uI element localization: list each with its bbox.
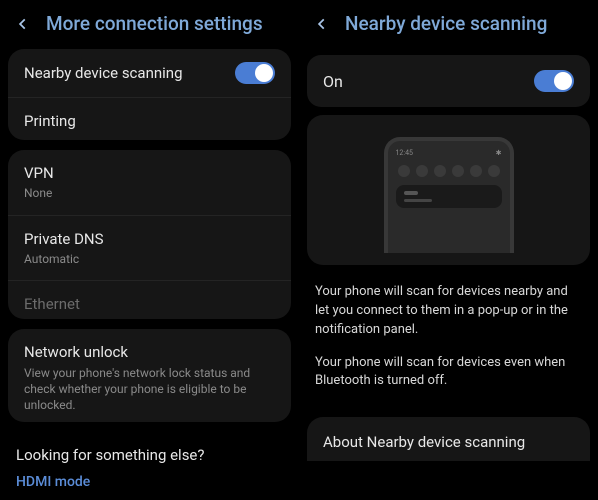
row-nearby-scanning[interactable]: Nearby device scanning [8,49,291,98]
footer: Looking for something else? HDMI mode [0,432,299,500]
toggle-nearby-scanning[interactable] [534,70,574,92]
section-device-features: Nearby device scanning Printing [8,49,291,140]
header: More connection settings [0,0,299,49]
row-sub: View your phone's network lock status an… [24,365,275,414]
status-label: On [323,72,343,91]
row-printing[interactable]: Printing [8,98,291,140]
row-label: Ethernet [24,294,275,314]
row-label: Printing [24,111,275,131]
row-label: About Nearby device scanning [323,433,574,451]
back-icon[interactable] [315,17,329,31]
row-toggle-status[interactable]: On [307,55,590,107]
back-icon[interactable] [16,17,30,31]
phone-illustration: 12:45 ✱ [384,137,514,253]
toggle-nearby-scanning[interactable] [235,62,275,84]
page-title: Nearby device scanning [345,12,547,35]
header: Nearby device scanning [299,0,598,49]
link-hdmi-mode[interactable]: HDMI mode [16,474,283,490]
row-private-dns[interactable]: Private DNS Automatic [8,216,291,281]
row-label: Private DNS [24,229,275,249]
row-network-unlock[interactable]: Network unlock View your phone's network… [8,329,291,422]
row-ethernet: Ethernet [8,281,291,319]
row-label: VPN [24,163,275,183]
description-text-2: Your phone will scan for devices even wh… [315,354,582,392]
settings-screen-nearby-scanning: Nearby device scanning On 12:45 ✱ Your p… [299,0,598,500]
row-label: Nearby device scanning [24,63,235,83]
mock-time: 12:45 [396,149,413,157]
row-sub: Automatic [24,251,275,267]
gear-icon: ✱ [496,149,502,157]
page-title: More connection settings [46,12,263,35]
footer-prompt: Looking for something else? [16,446,283,464]
row-about[interactable]: About Nearby device scanning [307,417,590,461]
settings-screen-more-connections: More connection settings Nearby device s… [0,0,299,500]
section-network-unlock: Network unlock View your phone's network… [8,329,291,422]
description: Your phone will scan for devices nearby … [299,265,598,413]
row-vpn[interactable]: VPN None [8,150,291,215]
section-network: VPN None Private DNS Automatic Ethernet [8,150,291,319]
row-label: Network unlock [24,342,275,362]
row-sub: None [24,185,275,201]
illustration-card: 12:45 ✱ [307,115,590,265]
description-text-1: Your phone will scan for devices nearby … [315,283,582,340]
